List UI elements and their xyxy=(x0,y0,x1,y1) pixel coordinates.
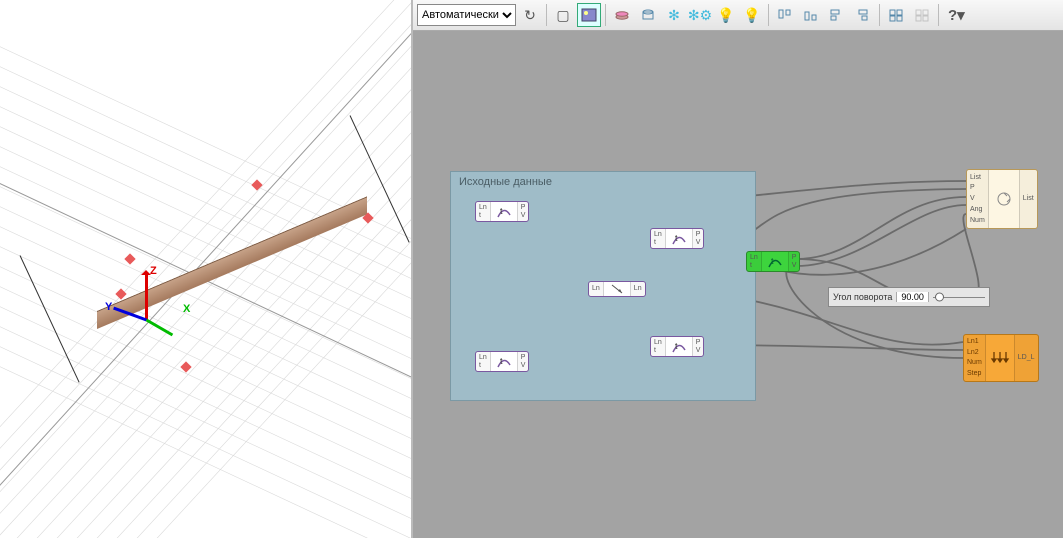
output-ports: P V xyxy=(517,352,529,371)
viewport-3d[interactable]: Z Y X xyxy=(0,0,413,538)
transform-list-node[interactable]: List P V Ang Num List xyxy=(966,169,1038,229)
curve-eval-node[interactable]: Ln t t P V xyxy=(650,228,704,249)
input-ports: Ln xyxy=(589,282,604,296)
align-bottom-icon[interactable] xyxy=(799,3,823,27)
node-icon xyxy=(989,170,1019,228)
axis-x-line xyxy=(146,319,173,337)
output-ports: P V xyxy=(517,202,529,221)
input-ports: List P V Ang Num xyxy=(967,170,989,228)
output-ports: List xyxy=(1019,170,1037,228)
separator xyxy=(938,4,939,26)
axis-gizmo[interactable]: Z Y X xyxy=(105,265,195,355)
snowflake-gear-icon[interactable]: ✻⚙ xyxy=(688,3,712,27)
node-icon: t xyxy=(762,252,788,271)
input-ports: Ln1 Ln2 Num Step xyxy=(964,335,986,381)
separator xyxy=(605,4,606,26)
node-icon: t xyxy=(491,352,517,371)
output-ports: Ln xyxy=(630,282,645,296)
align-right-icon[interactable] xyxy=(851,3,875,27)
node-icon: t xyxy=(666,229,692,248)
axis-y-line xyxy=(113,307,147,322)
slider-handle[interactable] xyxy=(935,293,944,302)
node-icon xyxy=(604,282,630,296)
output-ports: P V xyxy=(788,252,800,271)
line-node[interactable]: Ln Ln xyxy=(588,281,646,297)
align-top-icon[interactable] xyxy=(773,3,797,27)
layers-icon[interactable] xyxy=(610,3,634,27)
bulb-on-icon[interactable]: 💡 xyxy=(740,3,764,27)
axis-y-label: Y xyxy=(105,301,112,313)
slider-value[interactable]: 90.00 xyxy=(896,292,929,302)
preview-icon[interactable] xyxy=(577,3,601,27)
input-ports: Ln t xyxy=(476,202,491,221)
curve-eval-node[interactable]: Ln t t P V xyxy=(475,201,529,222)
redo-icon[interactable]: ↻ xyxy=(518,3,542,27)
grid-large-icon[interactable] xyxy=(884,3,908,27)
output-ports: P V xyxy=(692,229,704,248)
align-left-icon[interactable] xyxy=(825,3,849,27)
slider-track[interactable] xyxy=(929,288,989,306)
node-icon: t xyxy=(666,337,692,356)
snowflake-icon[interactable]: ✻ xyxy=(662,3,686,27)
curve-eval-node-active[interactable]: Ln t t P V xyxy=(746,251,800,272)
bulb-off-icon[interactable]: 💡 xyxy=(714,3,738,27)
curve-eval-node[interactable]: Ln t t P V xyxy=(475,351,529,372)
view-mode-select[interactable]: Автоматически xyxy=(417,4,516,26)
help-button[interactable]: ?▾ xyxy=(943,3,970,27)
group-title: Исходные данные xyxy=(459,176,552,188)
grid-small-icon[interactable] xyxy=(910,3,934,27)
output-ports: P V xyxy=(692,337,704,356)
toolbar: Автоматически ↻ ▢ ✻ ✻⚙ 💡 💡 ?▾ xyxy=(413,0,1063,31)
separator xyxy=(546,4,547,26)
slider-label: Угол поворота xyxy=(829,292,896,302)
node-icon xyxy=(986,335,1014,381)
input-ports: Ln t xyxy=(651,229,666,248)
load-node[interactable]: Ln1 Ln2 Num Step LD_L xyxy=(963,334,1039,382)
input-ports: Ln t xyxy=(476,352,491,371)
curve-eval-node[interactable]: Ln t t P V xyxy=(650,336,704,357)
node-icon: t xyxy=(491,202,517,221)
axis-x-label: X xyxy=(183,303,190,315)
output-ports: LD_L xyxy=(1014,335,1038,381)
section-icon[interactable]: ▢ xyxy=(551,3,575,27)
node-editor-panel: Автоматически ↻ ▢ ✻ ✻⚙ 💡 💡 ?▾ xyxy=(413,0,1063,538)
input-ports: Ln t xyxy=(747,252,762,271)
axis-z-label: Z xyxy=(150,265,157,277)
separator xyxy=(879,4,880,26)
database-icon[interactable] xyxy=(636,3,660,27)
input-ports: Ln t xyxy=(651,337,666,356)
rotation-angle-slider[interactable]: Угол поворота 90.00 xyxy=(828,287,990,307)
node-canvas[interactable]: Исходные данные Ln t t P V Ln t t xyxy=(413,31,1063,538)
separator xyxy=(768,4,769,26)
